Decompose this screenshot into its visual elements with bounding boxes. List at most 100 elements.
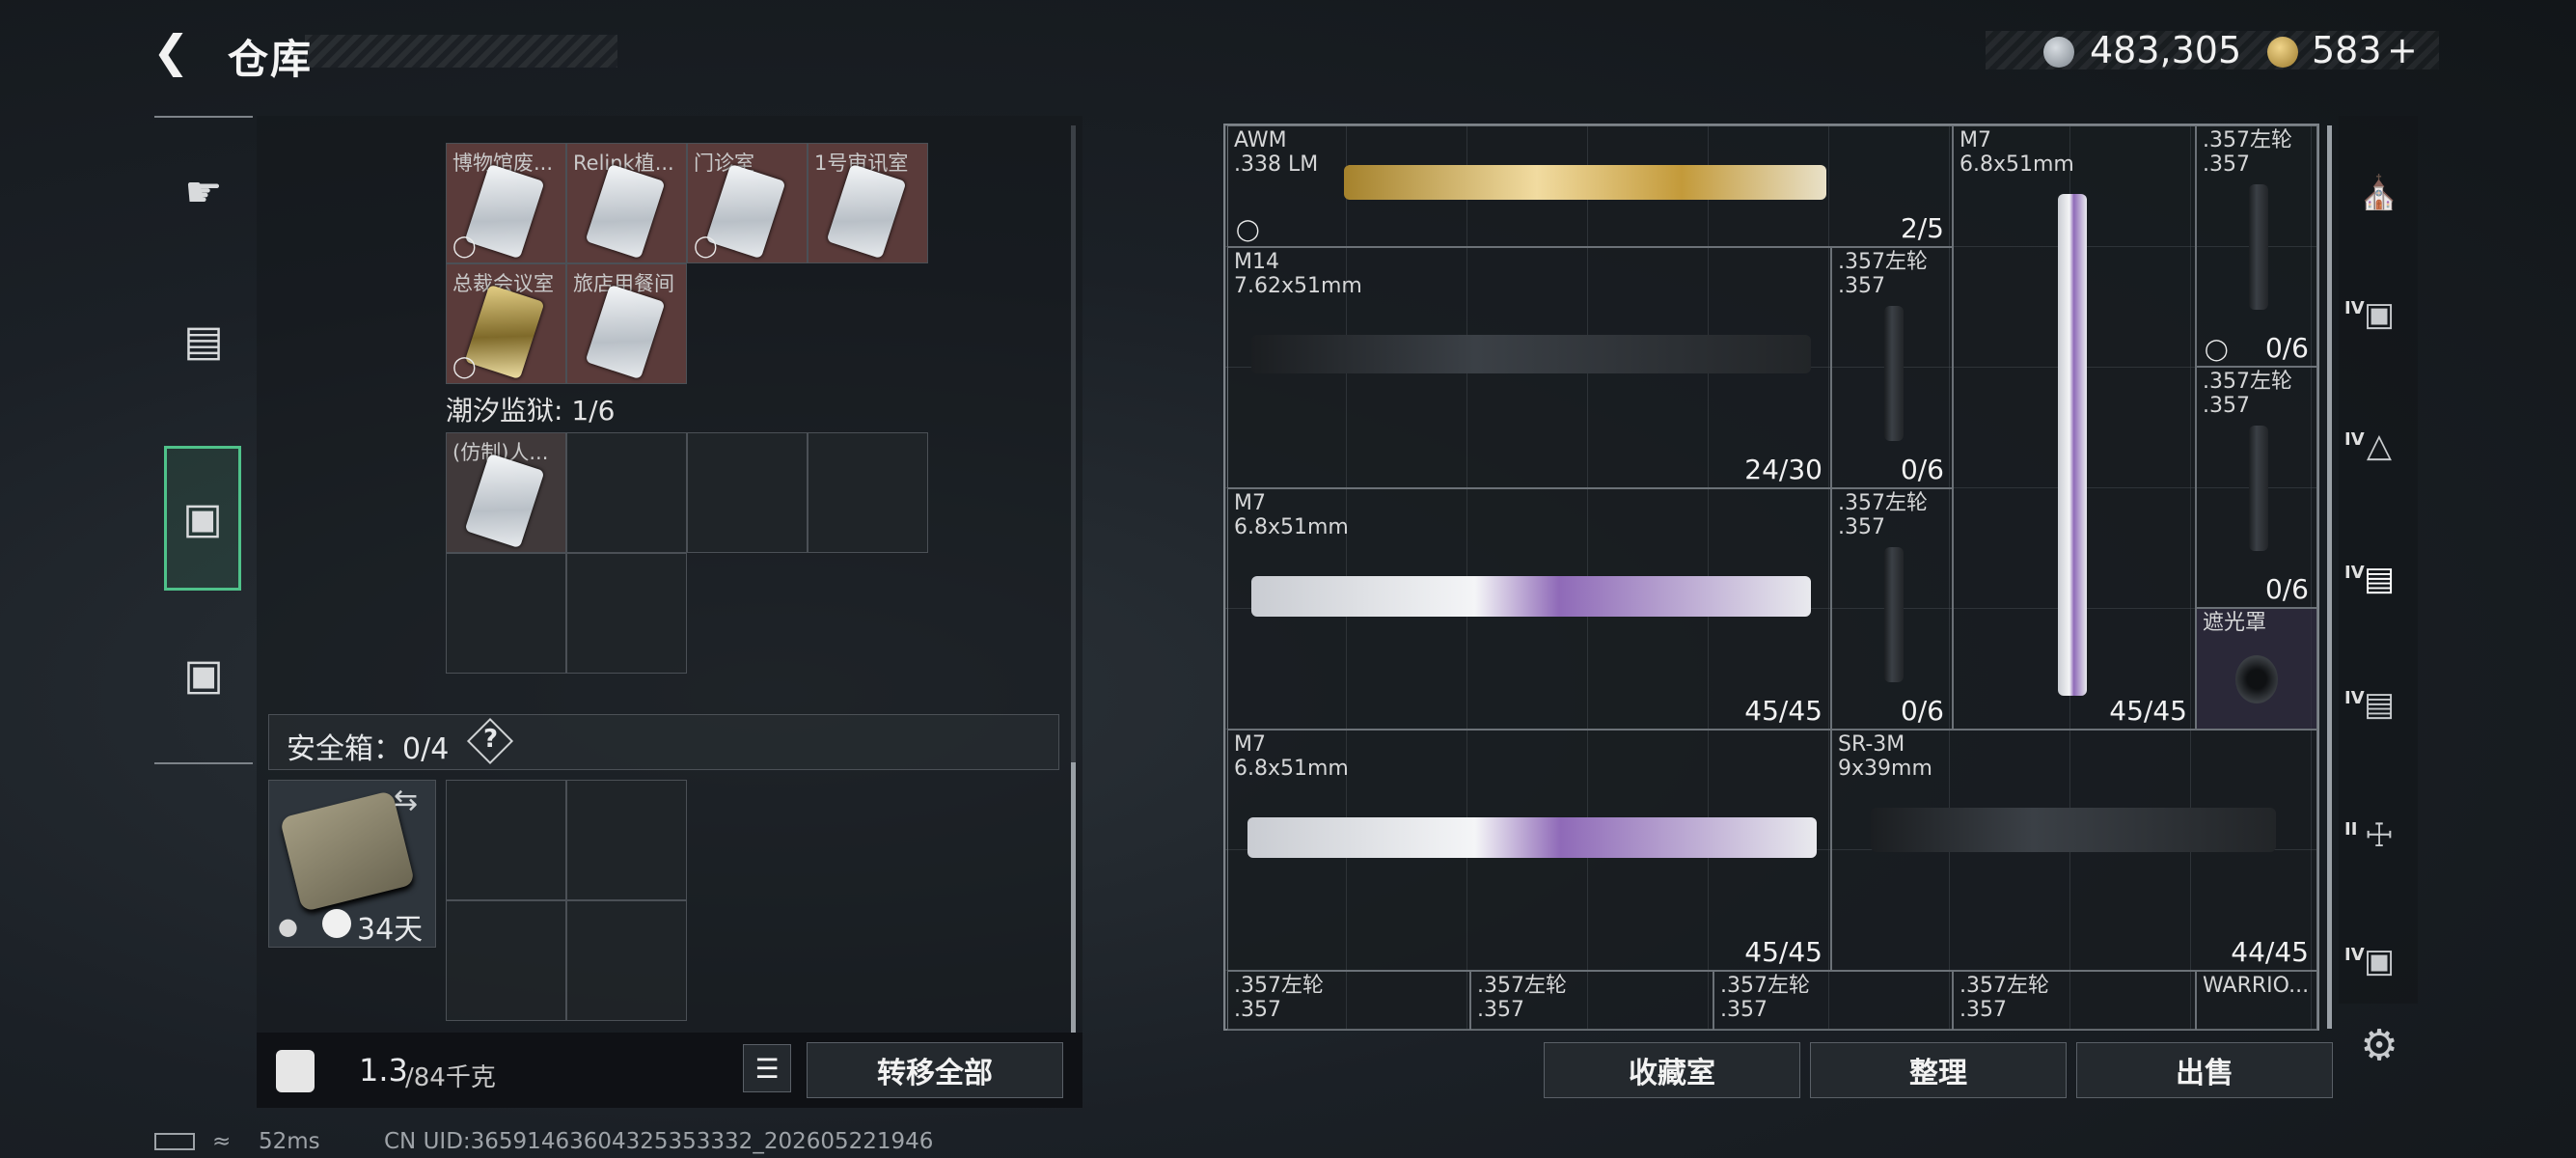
no-trade-icon: ◯ (452, 234, 477, 259)
key-card-icon (585, 163, 666, 260)
silver-currency-value: 483,305 (2090, 29, 2242, 71)
safe-box-label: 安全箱：0/4 (287, 732, 450, 766)
category-nav: ☛ ▤ ▣ ▣ (154, 116, 253, 764)
item-name: M7 6.8x51mm (1959, 128, 2074, 177)
toolbox-icon: ▣ (183, 649, 224, 700)
filter-folder-icon[interactable]: IV ▤ (2344, 676, 2408, 733)
nav-weapons[interactable]: ☛ (154, 118, 253, 266)
item-name: .357左轮 .357 (1234, 974, 1324, 1022)
key-card-icon (826, 163, 907, 260)
item-count: 2/5 (1900, 212, 1944, 244)
add-currency-button[interactable]: + (2387, 29, 2418, 71)
empty-slot[interactable] (566, 900, 687, 1021)
key-card-slot[interactable]: 旅店用餐间 (566, 263, 687, 384)
stash-item-awm[interactable]: AWM .338 LM ◯ 2/5 (1227, 125, 1953, 247)
item-count: 24/30 (1744, 454, 1822, 485)
nav-toolbox[interactable]: ▣ (154, 600, 253, 749)
revolver-icon (1884, 547, 1904, 682)
key-card-slot[interactable]: 门诊室 ◯ (687, 143, 808, 263)
page-title: 仓库 (228, 36, 314, 83)
stash-item-lens-hood[interactable]: 遮光罩 (2196, 608, 2317, 730)
item-name: .357左轮 .357 (1720, 974, 1810, 1022)
m7-rifle-icon (2058, 194, 2087, 696)
empty-slot[interactable] (566, 432, 687, 553)
item-count: 0/6 (2264, 573, 2309, 605)
sell-button[interactable]: 出售 (2076, 1042, 2333, 1098)
empty-slot[interactable] (446, 553, 566, 674)
revolver-icon (2249, 426, 2268, 551)
wifi-icon: ≈ (212, 1129, 232, 1154)
filter-armor-icon[interactable]: IV △ (2344, 417, 2408, 475)
empty-slot[interactable] (566, 780, 687, 900)
filter-weapons-icon[interactable]: IV ▣ (2344, 286, 2408, 344)
item-name: WARRIO... (2203, 974, 2310, 998)
item-count: 45/45 (2109, 695, 2187, 727)
empty-slot[interactable] (446, 780, 566, 900)
item-name: .357左轮 .357 (2203, 370, 2292, 418)
back-arrow-icon[interactable]: ❮ (152, 27, 201, 75)
filter-medical-icon[interactable]: II ☩ (2344, 807, 2408, 865)
revolver-icon (2249, 184, 2268, 310)
container-icon: ▣ (182, 493, 223, 543)
stash-item-revolver[interactable]: .357左轮 .357 (1713, 971, 1953, 1031)
stash-item-revolver[interactable]: .357左轮 .357 0/6 (1831, 488, 1953, 730)
stash-item-m14[interactable]: M14 7.62x51mm 24/30 (1227, 247, 1831, 488)
list-view-button[interactable]: ☰ (743, 1044, 791, 1092)
empty-slot[interactable] (566, 553, 687, 674)
gold-currency-value: 583 (2312, 29, 2382, 71)
no-trade-icon: ◯ (1236, 218, 1260, 242)
organize-button[interactable]: 整理 (1810, 1042, 2067, 1098)
stash-item-warrior[interactable]: WARRIO... (2196, 971, 2317, 1031)
scrollbar-thumb[interactable] (1071, 762, 1076, 1033)
sr3m-rifle-icon (1871, 808, 2276, 852)
stash-item-sr3m[interactable]: SR-3M 9x39mm 44/45 (1831, 730, 2317, 971)
key-card-icon (585, 284, 666, 380)
lock-icon: ● (278, 913, 298, 940)
safe-box-timer: 34天 (357, 913, 424, 947)
pistol-icon: ☛ (184, 167, 223, 217)
m7-rifle-icon (1247, 817, 1817, 858)
filter-misc-icon[interactable]: IV ▣ (2344, 932, 2408, 990)
stash-item-m7-vertical[interactable]: M7 6.8x51mm 45/45 (1953, 125, 2196, 730)
transfer-all-button[interactable]: 转移全部 (807, 1042, 1063, 1098)
gold-coin-icon (2267, 37, 2298, 68)
key-card-slot[interactable]: 博物馆废... ◯ (446, 143, 566, 263)
filter-container-icon[interactable]: IV ▤ (2344, 550, 2408, 608)
m14-rifle-icon (1251, 335, 1811, 373)
item-name: .357左轮 .357 (1838, 250, 1928, 298)
item-name: M7 6.8x51mm (1234, 732, 1349, 781)
item-count: 0/6 (2264, 332, 2309, 364)
nav-backpack[interactable]: ▤ (154, 266, 253, 415)
collection-room-button[interactable]: 收藏室 (1544, 1042, 1800, 1098)
nav-container[interactable]: ▣ (164, 446, 241, 591)
no-trade-icon: ◯ (452, 355, 477, 379)
item-name: M7 6.8x51mm (1234, 491, 1349, 539)
key-card-slot[interactable]: (仿制)人... (446, 432, 566, 553)
key-card-slot[interactable]: 总裁会议室 ◯ (446, 263, 566, 384)
swap-icon[interactable]: ⇆ (394, 784, 418, 817)
empty-slot[interactable] (808, 432, 928, 553)
stash-scrollbar[interactable] (2327, 125, 2332, 1029)
stash-item-m7[interactable]: M7 6.8x51mm 45/45 (1227, 488, 1831, 730)
filter-all-icon[interactable]: ⛪ (2350, 164, 2408, 222)
empty-slot[interactable] (687, 432, 808, 553)
lens-hood-icon (2235, 655, 2278, 703)
stash-item-m7[interactable]: M7 6.8x51mm 45/45 (1227, 730, 1831, 971)
item-name: .357左轮 .357 (1838, 491, 1928, 539)
revolver-icon (1884, 306, 1904, 441)
stash-item-revolver[interactable]: .357左轮 .357 (1227, 971, 1470, 1031)
key-card-slot[interactable]: Relink植... (566, 143, 687, 263)
stash-item-revolver[interactable]: .357左轮 .357 ◯ 0/6 (2196, 125, 2317, 367)
stash-item-revolver[interactable]: .357左轮 .357 (1470, 971, 1713, 1031)
empty-slot[interactable] (446, 900, 566, 1021)
item-count: 0/6 (1900, 695, 1944, 727)
m7-rifle-icon (1251, 576, 1811, 617)
item-name: SR-3M 9x39mm (1838, 732, 1932, 781)
stash-item-revolver[interactable]: .357左轮 .357 0/6 (1831, 247, 1953, 488)
settings-gear-icon[interactable]: ⚙ (2350, 1017, 2408, 1075)
item-name: .357左轮 .357 (1959, 974, 2049, 1022)
stash-item-revolver[interactable]: .357左轮 .357 0/6 (2196, 367, 2317, 608)
item-name: 遮光罩 (2203, 611, 2267, 635)
key-card-slot[interactable]: 1号审讯室 (808, 143, 928, 263)
stash-item-revolver[interactable]: .357左轮 .357 (1953, 971, 2196, 1031)
